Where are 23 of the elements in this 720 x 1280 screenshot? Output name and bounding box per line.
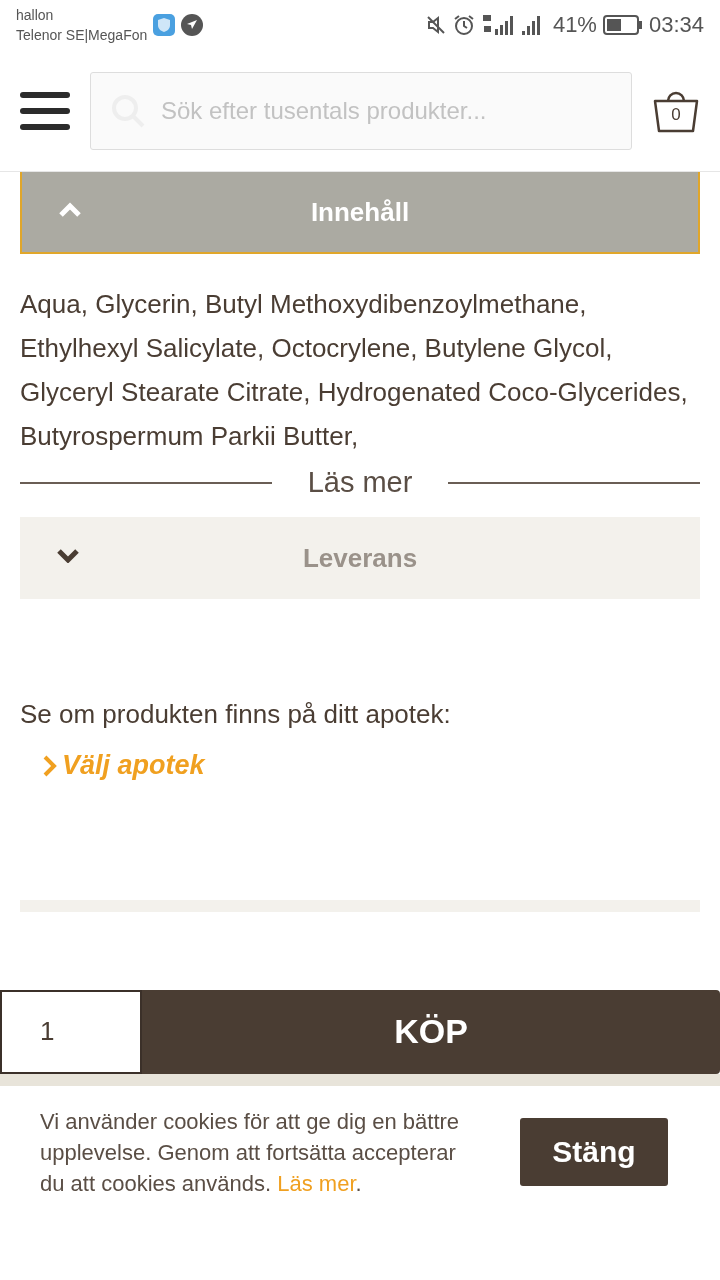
shield-icon <box>153 14 176 36</box>
cart-count: 0 <box>670 104 682 125</box>
pharmacy-prompt: Se om produkten finns på ditt apotek: <box>20 699 452 730</box>
carrier-name: hallon <box>16 6 55 25</box>
mute-icon <box>424 14 447 36</box>
cookie-notice: Vi använder cookies för att ge dig en bättre upplevelse. Genom att fortsätta accepterar du att cookies används. Läs mer. <box>40 1107 461 1198</box>
buy-button[interactable]: KÖP <box>142 989 720 1074</box>
signal-icon <box>480 13 515 37</box>
quantity-field[interactable]: 1 <box>0 989 142 1074</box>
navigation-icon <box>181 14 204 36</box>
battery-percent: 41% <box>552 12 597 38</box>
chevron-up-icon <box>58 202 82 218</box>
search-field[interactable]: Sök efter tusentals produkter... <box>90 71 632 150</box>
read-more-link[interactable]: Läs mer <box>307 466 413 499</box>
menu-icon[interactable] <box>20 91 70 130</box>
alarm-icon <box>452 14 475 36</box>
battery-icon <box>602 15 643 35</box>
ingredients-text: Aqua, Glycerin, Butyl Methoxydibenzoylmethane, Ethylhexyl Salicylate, Octocrylene, Butylene Glycol, Glyceryl Stearate Citrate, Hydrogenated Coco-Glycerides, Butyrospermum Parkii Butter, <box>20 288 689 453</box>
chevron-down-icon <box>56 547 80 563</box>
network-name: Telenor SE|MegaFon <box>16 26 148 45</box>
chevron-right-icon <box>42 753 58 778</box>
clock-time: 03:34 <box>648 12 704 38</box>
close-button[interactable]: Stäng <box>520 1118 668 1186</box>
